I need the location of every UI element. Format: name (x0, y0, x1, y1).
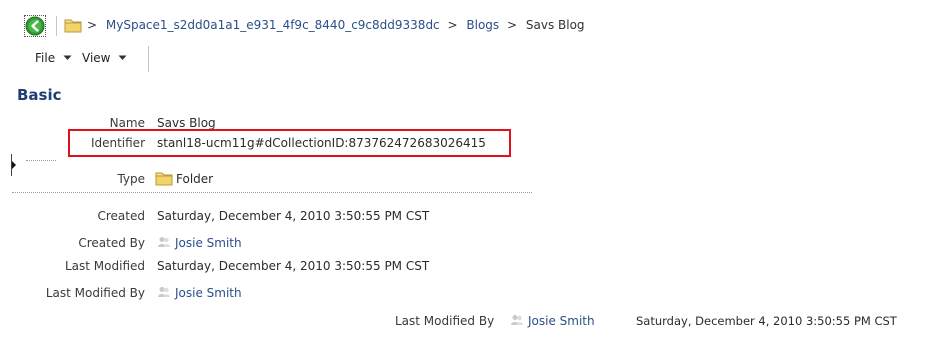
created-value: Saturday, December 4, 2010 3:50:55 PM CS… (157, 209, 430, 223)
footer-date: Saturday, December 4, 2010 3:50:55 PM CS… (636, 314, 897, 328)
chevron-down-icon (118, 55, 127, 60)
user-icon (158, 287, 170, 297)
breadcrumb: > MySpace1_s2dd0a1a1_e931_4f9c_8440_c9c8… (87, 18, 585, 32)
row-divider (12, 192, 532, 193)
name-value: Savs Blog (157, 116, 216, 130)
breadcrumb-current: Savs Blog (525, 18, 585, 32)
last-modified-label: Last Modified (64, 259, 145, 273)
breadcrumb-separator: > (447, 18, 458, 32)
created-by-user[interactable]: Josie Smith (157, 236, 242, 250)
footer-user-link[interactable]: Josie Smith (528, 314, 595, 328)
menu-separator (148, 46, 149, 72)
identifier-label: Identifier (90, 136, 145, 150)
breadcrumb-link-blogs[interactable]: Blogs (466, 18, 499, 32)
file-menu-label: File (35, 51, 56, 65)
view-menu-label: View (82, 51, 111, 65)
folder-icon (64, 19, 82, 33)
folder-icon (155, 172, 173, 186)
toolbar-separator (56, 16, 57, 36)
created-by-link[interactable]: Josie Smith (175, 236, 242, 250)
name-label: Name (109, 116, 145, 130)
last-modified-by-user[interactable]: Josie Smith (157, 286, 242, 300)
chevron-down-icon (63, 55, 72, 60)
created-label: Created (97, 209, 146, 223)
footer-user[interactable]: Josie Smith (510, 314, 595, 328)
type-value: Folder (176, 172, 214, 186)
breadcrumb-link-myspace[interactable]: MySpace1_s2dd0a1a1_e931_4f9c_8440_c9c8dd… (106, 18, 440, 32)
breadcrumb-separator: > (506, 18, 518, 32)
last-modified-value: Saturday, December 4, 2010 3:50:55 PM CS… (157, 259, 430, 273)
user-icon (511, 315, 523, 325)
back-arrow-icon (25, 16, 45, 36)
last-modified-by-link[interactable]: Josie Smith (175, 286, 242, 300)
created-by-label: Created By (78, 236, 145, 250)
breadcrumb-separator: > (87, 18, 98, 32)
footer-last-modified-label: Last Modified By (395, 314, 495, 328)
last-modified-by-label: Last Modified By (45, 286, 145, 300)
section-title: Basic (17, 86, 62, 104)
type-label: Type (117, 172, 145, 186)
user-icon (158, 237, 170, 247)
file-menu[interactable]: File (35, 51, 72, 65)
back-button[interactable] (24, 15, 46, 37)
identifier-value: stanl18-ucm11g#dCollectionID:87376247268… (157, 136, 486, 150)
row-divider (26, 160, 56, 161)
view-menu[interactable]: View (82, 51, 127, 65)
